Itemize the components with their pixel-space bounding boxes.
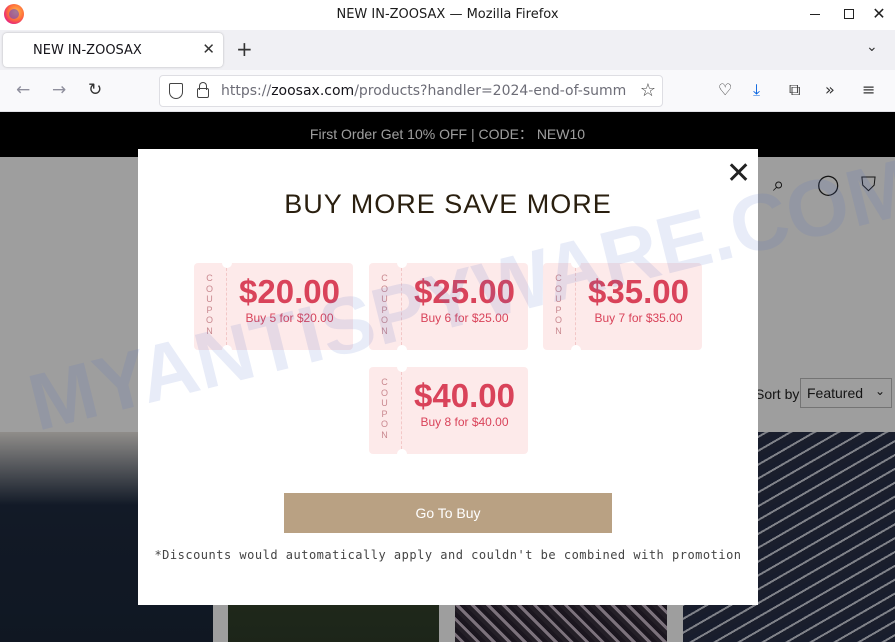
promo-modal: ✕ BUY MORE SAVE MORE COUPON $20.00 Buy 5… xyxy=(138,149,758,605)
coupon-card[interactable]: COUPON $20.00 Buy 5 for $20.00 xyxy=(194,263,353,350)
coupon-description: Buy 5 for $20.00 xyxy=(245,311,334,325)
go-to-buy-button[interactable]: Go To Buy xyxy=(284,493,612,533)
overflow-menu-icon[interactable]: » xyxy=(825,80,835,100)
tab-label: NEW IN-ZOOSAX xyxy=(33,43,142,58)
tab-close-icon[interactable]: ✕ xyxy=(202,40,215,58)
coupon-label: COUPON xyxy=(380,377,389,440)
reload-icon[interactable]: ↻ xyxy=(88,80,102,100)
pocket-icon[interactable]: ♡ xyxy=(718,80,732,100)
coupon-label: COUPON xyxy=(554,273,563,336)
lock-icon[interactable] xyxy=(197,82,209,98)
url-prefix: https:// xyxy=(221,83,272,99)
download-icon[interactable]: ⤓ xyxy=(753,80,760,100)
navigation-toolbar: ← → ↻ https://zoosax.com/products?handle… xyxy=(0,70,895,112)
bookmark-star-icon[interactable]: ☆ xyxy=(640,80,656,101)
coupon-card[interactable]: COUPON $40.00 Buy 8 for $40.00 xyxy=(369,367,528,454)
url-domain: zoosax.com xyxy=(271,83,355,99)
minimize-icon xyxy=(810,13,820,15)
tab-strip: NEW IN-ZOOSAX ✕ + ⌄ xyxy=(0,30,895,70)
coupon-description: Buy 8 for $40.00 xyxy=(420,415,509,429)
maximize-button[interactable] xyxy=(832,0,866,28)
tab-active[interactable]: NEW IN-ZOOSAX ✕ xyxy=(3,33,223,67)
coupon-amount: $20.00 xyxy=(239,273,340,310)
forward-arrow-icon[interactable]: → xyxy=(52,80,66,100)
coupon-card[interactable]: COUPON $25.00 Buy 6 for $25.00 xyxy=(369,263,528,350)
extensions-icon[interactable]: ⧉ xyxy=(789,80,800,100)
back-arrow-icon[interactable]: ← xyxy=(16,80,30,100)
disclaimer-text: *Discounts would automatically apply and… xyxy=(154,548,742,562)
coupon-card[interactable]: COUPON $35.00 Buy 7 for $35.00 xyxy=(543,263,702,350)
shield-icon[interactable] xyxy=(169,83,183,99)
url-text[interactable]: https://zoosax.com/products?handler=2024… xyxy=(221,83,629,99)
coupon-description: Buy 7 for $35.00 xyxy=(594,311,683,325)
coupon-amount: $25.00 xyxy=(414,273,515,310)
coupon-amount: $40.00 xyxy=(414,377,515,414)
coupon-amount: $35.00 xyxy=(588,273,689,310)
coupon-label: COUPON xyxy=(380,273,389,336)
coupon-description: Buy 6 for $25.00 xyxy=(420,311,509,325)
window-titlebar: NEW IN-ZOOSAX — Mozilla Firefox ✕ xyxy=(0,0,895,30)
close-icon[interactable]: ✕ xyxy=(726,159,751,189)
hamburger-menu-icon[interactable]: ≡ xyxy=(862,80,875,100)
url-path: /products?handler=2024-end-of-summ xyxy=(354,83,627,99)
chevron-down-icon[interactable]: ⌄ xyxy=(866,39,878,55)
close-icon: ✕ xyxy=(872,4,886,23)
coupon-label: COUPON xyxy=(205,273,214,336)
maximize-icon xyxy=(844,9,854,19)
modal-title: BUY MORE SAVE MORE xyxy=(284,189,612,219)
close-window-button[interactable]: ✕ xyxy=(862,0,895,28)
window-title: NEW IN-ZOOSAX — Mozilla Firefox xyxy=(336,7,559,22)
new-tab-icon[interactable]: + xyxy=(236,38,253,60)
url-bar[interactable]: https://zoosax.com/products?handler=2024… xyxy=(159,75,663,107)
minimize-button[interactable] xyxy=(798,0,832,28)
